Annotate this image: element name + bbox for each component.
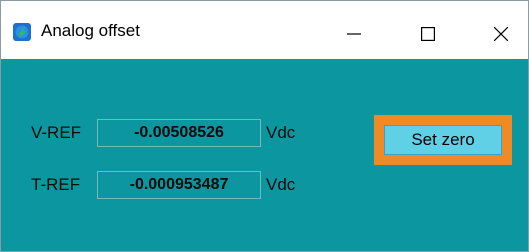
window-title: Analog offset (41, 21, 140, 40)
maximize-button[interactable] (405, 11, 451, 57)
tref-unit: Vdc (266, 175, 296, 194)
vref-label: V-REF (31, 123, 82, 142)
client-area: V-REF -0.00508526 Vdc T-REF -0.000953487… (1, 59, 528, 251)
tref-value-field: -0.000953487 (97, 171, 261, 199)
set-zero-focus-outline: Set zero (374, 115, 512, 165)
close-button[interactable] (478, 11, 524, 57)
minimize-button[interactable] (331, 11, 377, 57)
vref-unit: Vdc (266, 123, 296, 142)
minimize-icon (347, 33, 361, 35)
app-lightning-icon (13, 23, 31, 41)
close-icon (494, 27, 508, 41)
vref-value-field: -0.00508526 (97, 119, 261, 147)
tref-label: T-REF (31, 175, 81, 194)
analog-offset-window: Analog offset V-REF -0.00508526 Vdc T-RE… (0, 0, 529, 252)
set-zero-button[interactable]: Set zero (384, 125, 502, 155)
maximize-icon (421, 27, 435, 41)
title-bar[interactable]: Analog offset (1, 1, 528, 59)
